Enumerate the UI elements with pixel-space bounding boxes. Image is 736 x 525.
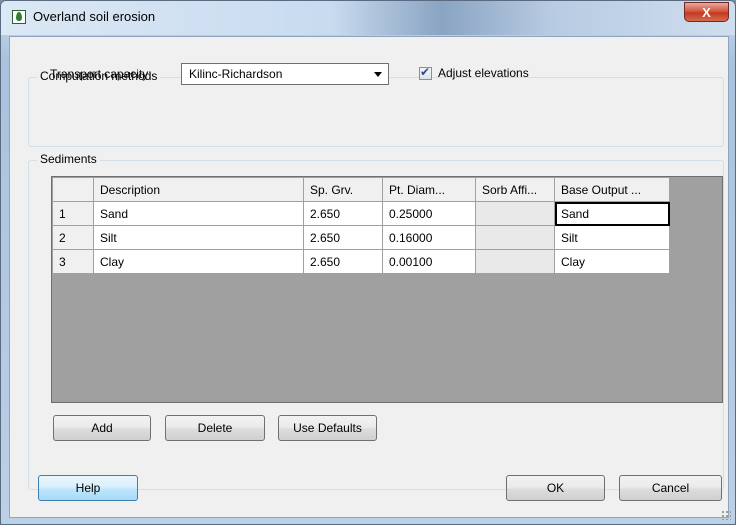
column-header[interactable]: Base Output ... — [554, 177, 670, 202]
sorb-affi-cell — [475, 201, 555, 226]
corner-header[interactable] — [52, 177, 94, 202]
title-bar[interactable]: Overland soil erosion X — [1, 1, 735, 35]
computation-methods-group: Computation methods — [28, 69, 724, 147]
cancel-button[interactable]: Cancel — [619, 475, 722, 501]
pt-diam-cell[interactable]: 0.00100 — [382, 249, 476, 274]
help-button[interactable]: Help — [38, 475, 138, 501]
resize-grip-icon[interactable] — [721, 510, 731, 520]
sorb-affi-cell — [475, 225, 555, 250]
water-drop-icon — [12, 10, 26, 24]
sediments-table[interactable]: Description Sp. Grv. Pt. Diam... Sorb Af… — [51, 176, 723, 403]
table-header-row: Description Sp. Grv. Pt. Diam... Sorb Af… — [52, 177, 670, 202]
sorb-affi-cell — [475, 249, 555, 274]
add-button[interactable]: Add — [53, 415, 151, 441]
transport-capacity-select[interactable]: Kilinc-Richardson — [181, 63, 389, 85]
pt-diam-cell[interactable]: 0.16000 — [382, 225, 476, 250]
sp-grv-cell[interactable]: 2.650 — [303, 225, 383, 250]
table-row[interactable]: 2 Silt 2.650 0.16000 Silt — [52, 225, 670, 250]
base-output-cell[interactable]: Silt — [554, 225, 670, 250]
transport-capacity-label: Transport capacity: — [50, 67, 152, 81]
description-cell[interactable]: Sand — [93, 201, 304, 226]
transport-capacity-value: Kilinc-Richardson — [189, 67, 283, 81]
chevron-down-icon[interactable] — [374, 72, 382, 77]
row-number[interactable]: 2 — [52, 225, 94, 250]
sp-grv-cell[interactable]: 2.650 — [303, 249, 383, 274]
column-header[interactable]: Sorb Affi... — [475, 177, 555, 202]
table-row[interactable]: 3 Clay 2.650 0.00100 Clay — [52, 249, 670, 274]
description-cell[interactable]: Silt — [93, 225, 304, 250]
delete-button[interactable]: Delete — [165, 415, 265, 441]
close-button[interactable]: X — [684, 2, 729, 22]
use-defaults-button[interactable]: Use Defaults — [278, 415, 377, 441]
row-number[interactable]: 3 — [52, 249, 94, 274]
column-header[interactable]: Pt. Diam... — [382, 177, 476, 202]
adjust-elevations-label[interactable]: Adjust elevations — [438, 66, 529, 80]
dialog-window: Overland soil erosion X Computation meth… — [0, 0, 736, 525]
adjust-elevations-checkbox[interactable]: ✔ — [419, 65, 432, 80]
ok-button[interactable]: OK — [506, 475, 605, 501]
sediments-label: Sediments — [37, 152, 100, 166]
sp-grv-cell[interactable]: 2.650 — [303, 201, 383, 226]
description-cell[interactable]: Clay — [93, 249, 304, 274]
column-header[interactable]: Description — [93, 177, 304, 202]
window-title: Overland soil erosion — [33, 9, 156, 24]
column-header[interactable]: Sp. Grv. — [303, 177, 383, 202]
base-output-cell[interactable]: Clay — [554, 249, 670, 274]
pt-diam-cell[interactable]: 0.25000 — [382, 201, 476, 226]
base-output-cell[interactable]: Sand — [554, 201, 670, 226]
row-number[interactable]: 1 — [52, 201, 94, 226]
table-row[interactable]: 1 Sand 2.650 0.25000 Sand — [52, 201, 670, 226]
checkmark-icon: ✔ — [420, 65, 431, 79]
